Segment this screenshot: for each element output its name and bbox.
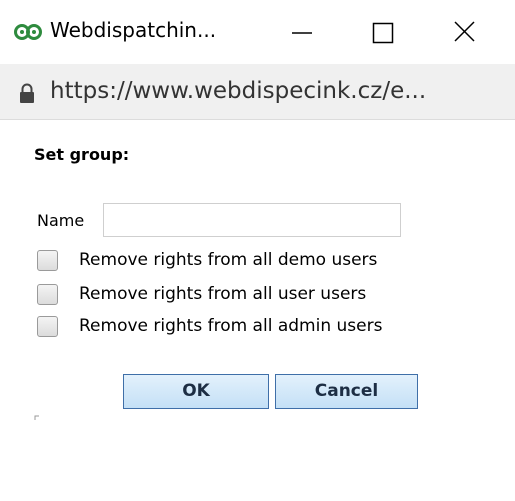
close-button[interactable] xyxy=(433,0,495,64)
dialog-heading: Set group: xyxy=(34,145,130,164)
maximize-button[interactable] xyxy=(352,0,414,64)
option-label: Remove rights from all user users xyxy=(79,284,367,304)
lock-icon xyxy=(20,83,34,103)
address-bar[interactable]: https://www.webdispecink.cz/e... xyxy=(0,64,515,120)
window-title: Webdispatchin... xyxy=(50,18,217,42)
window-titlebar: Webdispatchin... xyxy=(0,0,515,64)
option-remove-demo[interactable]: Remove rights from all demo users xyxy=(37,248,377,272)
name-label: Name xyxy=(37,211,85,230)
ok-button[interactable]: OK xyxy=(123,374,269,409)
option-label: Remove rights from all admin users xyxy=(79,316,383,336)
dialog-content: Set group: Name Remove rights from all d… xyxy=(0,121,515,501)
checkbox-remove-admin[interactable] xyxy=(37,315,58,337)
cancel-button[interactable]: Cancel xyxy=(275,374,418,409)
option-label: Remove rights from all demo users xyxy=(79,250,378,270)
resize-grip-icon xyxy=(34,415,39,420)
url-prefix: https://www. xyxy=(50,78,195,104)
option-remove-admin[interactable]: Remove rights from all admin users xyxy=(37,314,382,338)
checkbox-remove-user[interactable] xyxy=(37,283,58,305)
option-remove-user[interactable]: Remove rights from all user users xyxy=(37,282,366,306)
app-logo-icon xyxy=(14,24,42,40)
maximize-icon xyxy=(372,22,394,44)
name-input[interactable] xyxy=(103,203,401,237)
close-icon xyxy=(454,21,475,42)
url-domain: webdispecink.cz xyxy=(194,78,383,104)
url-suffix: /e... xyxy=(382,78,427,104)
minimize-icon xyxy=(292,32,312,34)
minimize-button[interactable] xyxy=(271,0,333,64)
checkbox-remove-demo[interactable] xyxy=(37,249,58,271)
url-text[interactable]: https://www.webdispecink.cz/e... xyxy=(50,78,426,104)
